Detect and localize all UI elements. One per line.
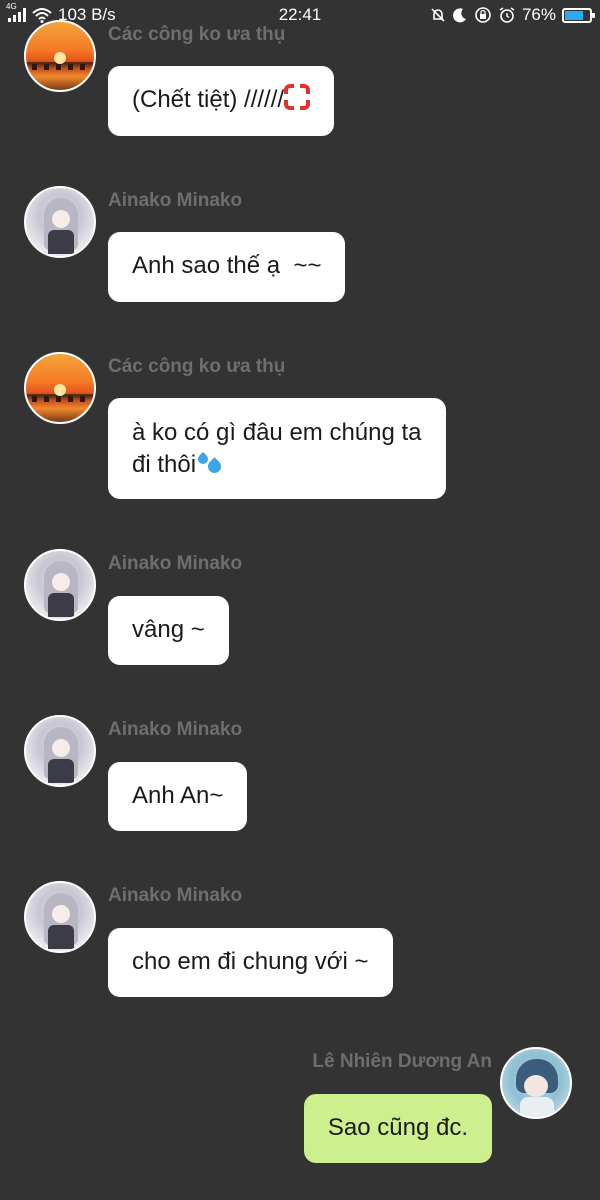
message-bubble[interactable]: à ko có gì đâu em chúng ta đi thôi: [108, 398, 446, 499]
sender-name: Ainako Minako: [108, 190, 243, 211]
message-bubble[interactable]: Anh An~: [108, 762, 248, 831]
anime-girl-avatar[interactable]: [24, 549, 96, 621]
message-text-line: à ko có gì đâu em chúng ta: [132, 419, 422, 446]
alarm-off-icon: [431, 8, 445, 22]
status-bar: 4G 103 B/s 22:41 76%: [0, 0, 600, 32]
sweat-droplets-icon: [195, 450, 224, 476]
chat-screen: 4G 103 B/s 22:41 76% Các công ko ưa thụ …: [0, 0, 600, 1200]
message-text: Anh sao thế ạ ~~: [132, 252, 322, 279]
sunset-avatar[interactable]: [24, 352, 96, 424]
sender-name: Các công ko ưa thụ: [108, 356, 286, 377]
anime-girl-avatar[interactable]: [24, 186, 96, 258]
sender-name: Các công ko ưa thụ: [108, 24, 286, 45]
status-right: 76%: [430, 5, 595, 25]
message-text: Anh An~: [132, 782, 224, 809]
message-bubble[interactable]: cho em đi chung với ~: [108, 928, 393, 997]
moon-icon: [453, 8, 466, 23]
message-bubble[interactable]: Anh sao thế ạ ~~: [108, 232, 346, 302]
battery-icon: [562, 7, 595, 23]
battery-percent: 76%: [521, 5, 556, 24]
anime-girl-avatar[interactable]: [24, 715, 96, 787]
anime-boy-avatar[interactable]: [500, 1047, 572, 1119]
message-bubble[interactable]: vâng ~: [108, 596, 229, 665]
battery-level: [565, 10, 583, 20]
anime-girl-avatar[interactable]: [24, 881, 96, 953]
anger-icon: [284, 84, 311, 110]
sender-name: Ainako Minako: [108, 553, 243, 574]
message-text: cho em đi chung với ~: [132, 948, 369, 975]
message-bubble[interactable]: (Chết tiệt) //////: [108, 66, 335, 136]
sender-name: Ainako Minako: [108, 885, 243, 906]
message-text-line: đi thôi: [132, 451, 197, 478]
sender-name: Lê Nhiên Dương An: [312, 1051, 492, 1072]
message-text: Sao cũng đc.: [327, 1114, 468, 1141]
message-bubble-own[interactable]: Sao cũng đc.: [303, 1094, 492, 1163]
message-text: (Chết tiệt) //////: [132, 86, 285, 113]
sunset-avatar[interactable]: [24, 20, 96, 92]
message-text: vâng ~: [132, 616, 205, 643]
rotation-lock-icon: [475, 7, 491, 23]
alarm-clock-icon: [499, 7, 515, 23]
sender-name: Ainako Minako: [108, 719, 243, 740]
